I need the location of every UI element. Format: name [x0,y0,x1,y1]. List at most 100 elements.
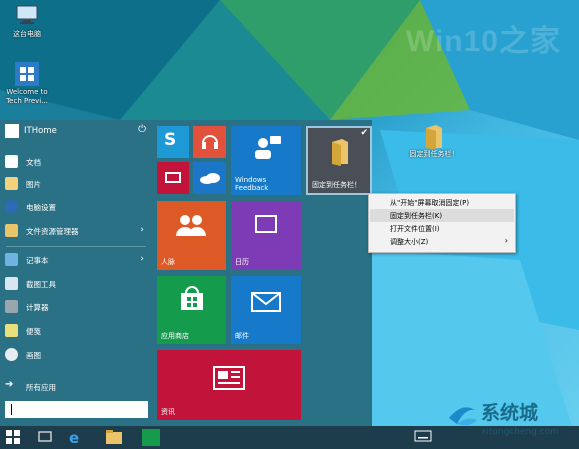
tile-label: 人脉 [161,258,175,266]
menu-item-pc-settings[interactable]: 电脑设置 [0,197,152,217]
context-item-pin-taskbar[interactable]: 固定到任务栏(K) [370,209,514,222]
windows-icon [15,62,39,86]
notepad-icon [5,253,18,266]
menu-item-file-explorer[interactable]: 文件资源管理器 › [0,221,152,241]
music-icon [201,131,219,153]
desktop-icon-label: Welcome to Tech Previ... [6,88,48,105]
keyboard-icon[interactable] [414,429,432,446]
brand-logo: 系统城 xitongcheng.com [445,394,573,446]
desktop-icon-label: 固定到任务栏！ [409,150,459,158]
tile-label: Windows Feedback [235,176,269,192]
tile-store[interactable]: 应用商店 [157,276,226,344]
menu-item-label: 图片 [26,180,41,189]
task-view-icon[interactable] [37,429,55,446]
menu-item-label: 画图 [26,351,41,360]
onedrive-icon [199,172,221,186]
tile-label: 日历 [235,258,249,266]
tile-music[interactable] [193,126,226,158]
paint-icon [5,348,18,361]
folder-icon [330,138,350,168]
menu-item-notepad[interactable]: 记事本 › [0,250,152,270]
store-icon[interactable] [142,429,160,446]
tile-news[interactable]: 资讯 [157,350,301,420]
tile-windows-feedback[interactable]: Windows Feedback [231,126,301,195]
skype-icon: S [164,130,177,150]
user-account[interactable]: ITHome ⏻ [0,120,152,144]
menu-item-paint[interactable]: 画图 [0,345,152,365]
menu-item-pictures[interactable]: 图片 [0,174,152,194]
tile-label: 邮件 [235,332,249,340]
feedback-icon [253,136,281,162]
arrow-right-icon: ➔ [5,379,14,390]
start-icon[interactable] [5,429,23,446]
store-icon [179,286,205,314]
folder-icon [422,124,446,150]
calendar-icon [255,215,277,233]
chevron-right-icon: › [504,236,508,245]
context-menu: 从"开始"屏幕取消固定(P) 固定到任务栏(K) 打开文件位置(I) 调整大小(… [368,193,516,253]
context-item-unpin[interactable]: 从"开始"屏幕取消固定(P) [370,196,514,209]
power-icon[interactable]: ⏻ [138,124,146,135]
chevron-right-icon[interactable]: › [140,254,144,264]
news-icon [213,366,245,392]
calculator-icon [5,300,18,313]
tile-calendar[interactable]: 日历 [231,201,301,270]
menu-item-snipping-tool[interactable]: 截图工具 [0,274,152,294]
sticky-notes-icon [5,324,18,337]
context-item-label: 固定到任务栏(K) [390,212,443,220]
menu-item-label: 记事本 [26,256,49,265]
tile-label: 固定到任务栏！ [312,181,361,189]
desktop-icon-this-pc[interactable]: 这台电脑 [0,4,54,39]
menu-item-label: 计算器 [26,303,49,312]
all-apps-label: 所有应用 [26,383,56,392]
brand-name: 系统城 [481,402,539,424]
desktop-icon-folder[interactable]: 固定到任务栏！ [404,124,464,159]
video-icon [165,172,181,183]
user-name: ITHome [24,126,57,136]
snipping-tool-icon [5,277,18,290]
menu-item-label: 文档 [26,158,41,167]
brand-url: xitongcheng.com [481,427,559,437]
divider [6,246,146,247]
file-explorer-icon [5,224,18,237]
menu-item-calculator[interactable]: 计算器 [0,297,152,317]
computer-icon [15,4,39,28]
ie-icon[interactable]: e [69,429,87,447]
menu-item-label: 电脑设置 [26,203,56,212]
pictures-icon [5,177,18,190]
desktop-icon-label: 这台电脑 [13,30,41,38]
mail-icon [251,292,281,314]
all-apps[interactable]: ➔ 所有应用 [0,377,152,397]
tile-skype[interactable]: S [157,126,189,158]
checkmark-icon: ✔ [360,128,368,138]
context-item-label: 从"开始"屏幕取消固定(P) [390,199,470,207]
menu-item-label: 便笺 [26,327,41,336]
tile-mail[interactable]: 邮件 [231,276,301,344]
menu-item-label: 文件资源管理器 [26,227,79,236]
tile-label: 资讯 [161,408,175,416]
menu-item-sticky-notes[interactable]: 便笺 [0,321,152,341]
logo-icon [449,407,477,426]
tile-onedrive[interactable] [193,162,226,194]
context-item-label: 调整大小(Z) [390,238,429,246]
tile-video[interactable] [157,162,189,194]
gear-icon [5,200,18,213]
start-left-pane: ITHome ⏻ 文档 图片 电脑设置 文件资源管理器 › 记事本 › 截图工具… [0,120,152,426]
search-input[interactable] [5,401,148,418]
tile-people[interactable]: 人脉 [157,201,226,270]
context-item-resize[interactable]: 调整大小(Z) › [370,235,514,248]
watermark: Win10之家 [405,25,561,58]
tile-label: 应用商店 [161,332,189,340]
documents-icon [5,155,18,168]
avatar [5,124,19,138]
start-menu: ITHome ⏻ 文档 图片 电脑设置 文件资源管理器 › 记事本 › 截图工具… [0,120,372,426]
context-item-label: 打开文件位置(I) [390,225,440,233]
menu-item-documents[interactable]: 文档 [0,152,152,172]
people-icon [175,213,207,239]
context-item-open-location[interactable]: 打开文件位置(I) [370,222,514,235]
tile-folder-selected[interactable]: ✔ 固定到任务栏！ [306,126,372,195]
menu-item-label: 截图工具 [26,280,56,289]
file-explorer-icon[interactable] [105,429,123,446]
desktop-icon-welcome[interactable]: Welcome to Tech Previ... [0,62,54,106]
chevron-right-icon[interactable]: › [140,225,144,235]
